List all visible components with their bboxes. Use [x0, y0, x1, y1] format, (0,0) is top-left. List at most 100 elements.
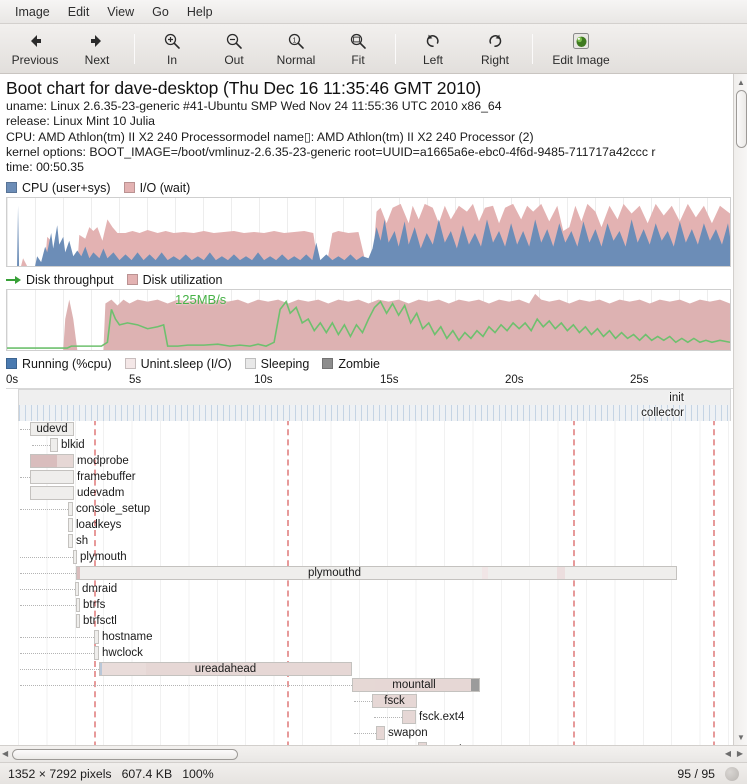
legend-disk-utilization-label: Disk utilization [142, 272, 223, 287]
process-bar-mountall[interactable]: mountall [352, 678, 480, 693]
rotate-left-label: Left [422, 53, 443, 67]
process-row-hwclock[interactable]: hwclock [6, 645, 733, 661]
process-bar-plymouth[interactable]: plymouth [73, 550, 127, 565]
process-bar-hwclock[interactable]: hwclock [94, 646, 143, 661]
process-row-blkid[interactable]: blkid [6, 437, 733, 453]
process-row-collector[interactable]: collector [18, 405, 731, 422]
arrow-right-green-icon [6, 274, 21, 285]
process-bar-blkid[interactable]: blkid [50, 438, 85, 453]
image-viewport[interactable]: Boot chart for dave-desktop (Thu Dec 16 … [0, 74, 747, 745]
process-row-btrfs[interactable]: btrfs [6, 597, 733, 613]
process-bar-framebuffer[interactable]: framebuffer [30, 470, 136, 485]
edit-image-button[interactable]: Edit Image [539, 26, 623, 72]
process-row-loadkeys[interactable]: loadkeys [6, 517, 733, 533]
tree-connector [20, 653, 94, 655]
process-bar-fsck[interactable]: fsck [372, 694, 417, 709]
arrow-right-icon [88, 30, 106, 52]
process-label-fsck: fsck [384, 695, 405, 708]
process-bar-swapon[interactable]: swapon [376, 726, 428, 741]
process-row-console-setup[interactable]: console_setup [6, 501, 733, 517]
process-row-framebuffer[interactable]: framebuffer [6, 469, 733, 485]
previous-button[interactable]: Previous [4, 26, 66, 72]
process-bar-ureadahead[interactable]: ureadahead [99, 662, 352, 677]
zoom-normal-button[interactable]: 1 Normal [265, 26, 327, 72]
rotate-left-icon [424, 30, 442, 52]
rotate-right-icon [486, 30, 504, 52]
process-bar-plymouthd[interactable]: plymouthd [76, 566, 677, 581]
process-bar-btrfsctl[interactable]: btrfsctl [76, 614, 117, 629]
image-canvas[interactable]: Boot chart for dave-desktop (Thu Dec 16 … [0, 74, 733, 745]
scroll-right-arrow-icon[interactable]: ◀ [725, 749, 731, 758]
zoom-out-button[interactable]: Out [203, 26, 265, 72]
process-label-mountall: mountall [392, 679, 436, 692]
process-row-swapon[interactable]: swapon [6, 725, 733, 741]
process-row-fsck-ext4[interactable]: fsck.ext4 [6, 709, 733, 725]
time-axis: 0s 5s 10s 15s 20s 25s [6, 374, 733, 388]
process-bar-console-setup[interactable]: console_setup [68, 502, 150, 517]
process-row-btrfsctl[interactable]: btrfsctl [6, 613, 733, 629]
vertical-scroll-thumb[interactable] [736, 90, 747, 148]
legend-running-label: Running (%cpu) [22, 356, 112, 371]
process-bar-udevadm[interactable]: udevadm [30, 486, 124, 501]
process-label-dmraid: dmraid [82, 583, 118, 596]
process-row-modprobe[interactable]: modprobe [6, 453, 733, 469]
scroll-up-arrow-icon[interactable]: ▲ [734, 75, 747, 89]
process-row-ureadahead[interactable]: ureadahead [6, 661, 733, 677]
process-bar-fsck-ext4[interactable]: fsck.ext4 [402, 710, 464, 725]
menu-item-view[interactable]: View [98, 2, 143, 22]
process-bar-modprobe[interactable]: modprobe [30, 454, 129, 469]
zoom-in-button[interactable]: In [141, 26, 203, 72]
horizontal-scroll-thumb[interactable] [12, 749, 238, 760]
legend-zombie: Zombie [322, 357, 380, 371]
rotate-left-button[interactable]: Left [402, 26, 464, 72]
svg-text:1: 1 [293, 38, 297, 45]
process-label-modprobe: modprobe [77, 455, 129, 468]
scroll-down-arrow-icon[interactable]: ▼ [734, 730, 747, 744]
disk-legend: Disk throughput Disk utilization [6, 270, 733, 289]
scroll-left-arrow-icon[interactable]: ◀ [2, 749, 8, 758]
menu-item-edit[interactable]: Edit [59, 2, 99, 22]
process-row-fsck[interactable]: fsck [6, 693, 733, 709]
process-row-plymouthd[interactable]: plymouthd [6, 565, 733, 581]
process-row-udevadm[interactable]: udevadm [6, 485, 733, 501]
horizontal-scrollbar[interactable]: ◀ ◀ ▶ [0, 745, 747, 762]
cpu-chart [6, 197, 731, 268]
cpu-legend: CPU (user+sys) I/O (wait) [6, 178, 733, 197]
time-tick-10s: 10s [254, 374, 273, 387]
disk-chart: 125MB/s [6, 289, 731, 352]
zoom-fit-button[interactable]: Fit [327, 26, 389, 72]
vertical-scrollbar[interactable]: ▲ ▼ [733, 74, 747, 745]
process-row-dmraid[interactable]: dmraid [6, 581, 733, 597]
process-chart: init collector udevd blkid modprobe fram… [6, 388, 733, 745]
process-row-hostname[interactable]: hostname [6, 629, 733, 645]
legend-io: I/O (wait) [123, 181, 190, 195]
process-bar-udevd[interactable]: udevd [30, 422, 74, 437]
edit-image-label: Edit Image [552, 53, 610, 67]
process-row-udevd[interactable]: udevd [6, 421, 733, 437]
process-row-plymouth[interactable]: plymouth [6, 549, 733, 565]
process-bar-btrfs[interactable]: btrfs [76, 598, 105, 613]
cpu-chart-plot [7, 204, 730, 267]
legend-sleeping-label: Sleeping [260, 356, 310, 371]
rotate-right-button[interactable]: Right [464, 26, 526, 72]
arrow-left-icon [26, 30, 44, 52]
process-legend: Running (%cpu) Unint.sleep (I/O) Sleepin… [6, 354, 733, 373]
resize-grip-icon[interactable] [725, 766, 739, 781]
process-row-sh[interactable]: sh [6, 533, 733, 549]
menu-item-help[interactable]: Help [178, 2, 222, 22]
menu-item-image[interactable]: Image [6, 2, 59, 22]
legend-sleeping: Sleeping [244, 356, 310, 371]
tree-connector [20, 429, 30, 431]
process-bar-dmraid[interactable]: dmraid [75, 582, 117, 597]
process-row-init[interactable]: init [18, 389, 731, 406]
process-bar-sh[interactable]: sh [68, 534, 88, 549]
legend-cpu: CPU (user+sys) [6, 181, 111, 195]
time-tick-5s: 5s [129, 374, 142, 387]
process-bar-loadkeys[interactable]: loadkeys [68, 518, 121, 533]
next-button[interactable]: Next [66, 26, 128, 72]
scroll-right-arrow-icon-2[interactable]: ▶ [737, 749, 743, 758]
process-row-mountall[interactable]: mountall [6, 677, 733, 693]
process-label-sh: sh [76, 535, 89, 548]
process-bar-hostname[interactable]: hostname [94, 630, 153, 645]
menu-item-go[interactable]: Go [143, 2, 178, 22]
